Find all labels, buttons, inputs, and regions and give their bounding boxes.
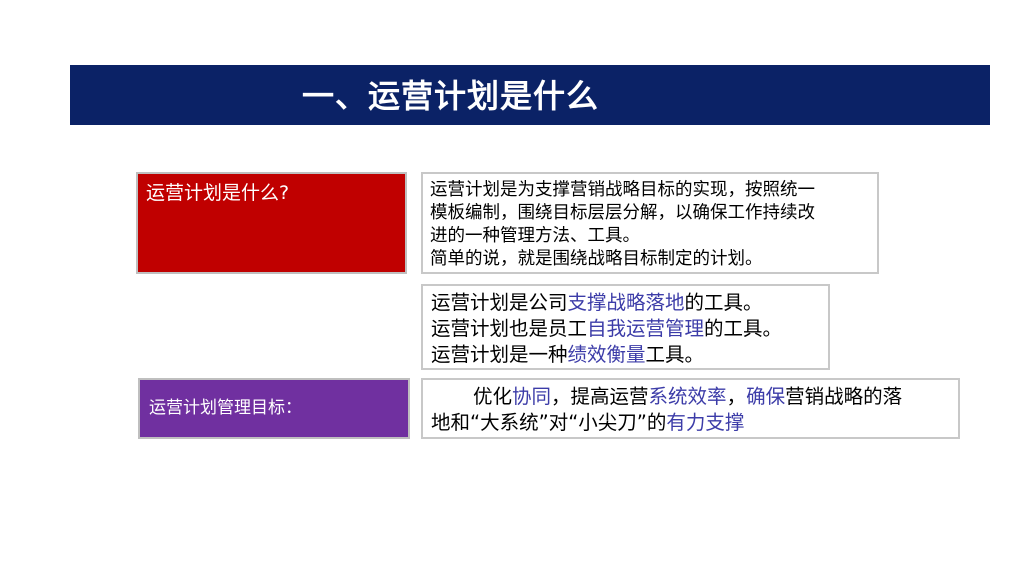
goal-text-a: 优化 xyxy=(473,385,513,408)
page-title: 一、运营计划是什么 xyxy=(302,77,600,115)
definition-label: 运营计划是什么? xyxy=(146,182,290,204)
definition-line-4: 简单的说，就是围绕战略目标制定的计划。 xyxy=(430,249,763,269)
role-line-3-pre: 运营计划是一种 xyxy=(431,343,568,366)
goal-text-l2a: 地和“大系统”对“小尖刀”的 xyxy=(431,411,667,434)
role-line-2-post: 的工具。 xyxy=(704,317,783,340)
role-line-3-highlight: 绩效衡量 xyxy=(567,343,646,366)
goal-highlight-f: 确保 xyxy=(746,385,786,408)
definition-text-box: 运营计划是为支撑营销战略目标的实现，按照统一 模板编制，围绕目标层层分解，以确保… xyxy=(421,172,879,274)
goal-highlight-l2b: 有力支撑 xyxy=(666,411,745,434)
role-line-3-post: 工具。 xyxy=(645,343,705,366)
role-line-1-pre: 运营计划是公司 xyxy=(431,291,568,314)
goal-line-1: 优化协同，提高运营系统效率，确保营销战略的落 xyxy=(431,384,950,410)
goal-label-box: 运营计划管理目标： xyxy=(138,378,410,439)
definition-line-2: 模板编制，围绕目标层层分解，以确保工作持续改 xyxy=(430,203,815,223)
goal-highlight-d: 系统效率 xyxy=(648,385,727,408)
goal-text-box: 优化协同，提高运营系统效率，确保营销战略的落 地和“大系统”对“小尖刀”的有力支… xyxy=(421,378,960,439)
role-line-2-pre: 运营计划也是员工 xyxy=(431,317,588,340)
goal-highlight-b: 协同 xyxy=(512,385,552,408)
role-line-3: 运营计划是一种绩效衡量工具。 xyxy=(431,342,820,368)
goal-text-c: ，提高运营 xyxy=(551,385,649,408)
role-line-1: 运营计划是公司支撑战略落地的工具。 xyxy=(431,290,820,316)
definition-line-3: 进的一种管理方法、工具。 xyxy=(430,226,640,246)
goal-label: 运营计划管理目标： xyxy=(149,398,302,418)
role-line-1-highlight: 支撑战略落地 xyxy=(567,291,685,314)
definition-line-1: 运营计划是为支撑营销战略目标的实现，按照统一 xyxy=(430,180,815,200)
role-line-2-highlight: 自我运营管理 xyxy=(587,317,705,340)
goal-text-g: 营销战略的落 xyxy=(785,385,903,408)
goal-text-e: ， xyxy=(726,385,747,408)
role-line-1-post: 的工具。 xyxy=(684,291,763,314)
roles-text-box: 运营计划是公司支撑战略落地的工具。 运营计划也是员工自我运营管理的工具。 运营计… xyxy=(421,284,830,370)
goal-line-2: 地和“大系统”对“小尖刀”的有力支撑 xyxy=(431,410,950,436)
role-line-2: 运营计划也是员工自我运营管理的工具。 xyxy=(431,316,820,342)
definition-label-box: 运营计划是什么? xyxy=(136,172,407,274)
